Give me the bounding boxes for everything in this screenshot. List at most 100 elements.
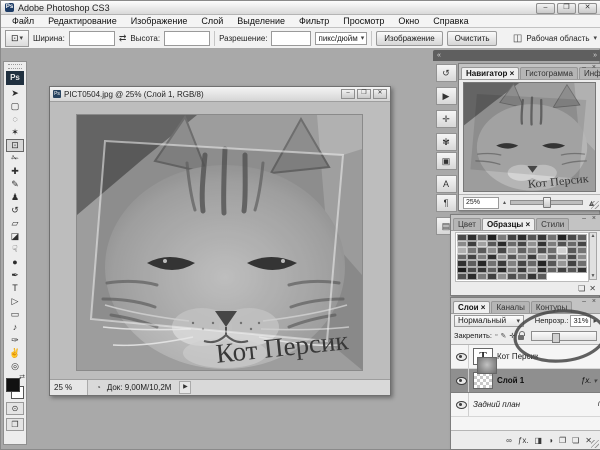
tab-2[interactable]: Контуры <box>531 301 572 313</box>
swatch[interactable] <box>507 273 517 280</box>
smudge-tool[interactable]: ☟ <box>6 243 24 256</box>
tab-0[interactable]: Навигатор × <box>461 67 519 79</box>
pen-tool[interactable]: ✒ <box>6 269 24 282</box>
quick-mask-button[interactable]: ⊙ <box>6 402 24 415</box>
dodge-tool[interactable]: ● <box>6 256 24 269</box>
doc-minimize-button[interactable]: – <box>341 89 355 99</box>
tab-1[interactable]: Образцы × <box>482 218 535 230</box>
swatch[interactable] <box>497 273 507 280</box>
layer-thumbnail[interactable] <box>473 372 493 389</box>
height-input[interactable] <box>164 31 210 46</box>
new-swatch-button[interactable]: ❏ <box>578 284 585 293</box>
swatch[interactable] <box>577 273 587 280</box>
eyedropper-tool[interactable]: ✑ <box>6 334 24 347</box>
front-image-button[interactable]: Изображение <box>376 31 442 46</box>
new-layer-icon[interactable]: ❏ <box>572 436 579 445</box>
visibility-cell[interactable] <box>454 369 469 392</box>
tab-0[interactable]: Слои × <box>453 301 490 313</box>
lock-transparency-icon[interactable]: ▫ <box>495 332 497 340</box>
actions-panel-icon[interactable]: ▶ <box>436 87 457 105</box>
resize-grip[interactable] <box>591 440 599 448</box>
swatch[interactable] <box>547 273 557 280</box>
tool-presets-panel-icon[interactable]: ✛ <box>436 110 457 128</box>
collapse-dock-icon[interactable]: « <box>437 52 441 59</box>
eye-icon[interactable] <box>456 377 467 385</box>
type-tool[interactable]: T <box>6 282 24 295</box>
history-brush-tool[interactable]: ↺ <box>6 204 24 217</box>
lock-all-icon[interactable] <box>518 335 524 340</box>
navigator-zoom-slider[interactable] <box>510 200 583 205</box>
tab-1[interactable]: Гистограмма <box>520 67 578 79</box>
notes-tool[interactable]: ♪ <box>6 321 24 334</box>
swatch-scrollbar[interactable]: ▲ ▼ <box>589 232 597 280</box>
eraser-tool[interactable]: ▱ <box>6 217 24 230</box>
shape-tool[interactable]: ▭ <box>6 308 24 321</box>
doc-maximize-button[interactable]: ❐ <box>357 89 371 99</box>
adjustment-layer-icon[interactable]: ◑ <box>548 436 553 445</box>
status-menu-arrow[interactable]: ▶ <box>179 381 191 394</box>
swatch[interactable] <box>487 273 497 280</box>
minimize-button[interactable]: – <box>536 3 555 14</box>
gradient-tool[interactable]: ◪ <box>6 230 24 243</box>
new-group-icon[interactable]: ❐ <box>559 436 566 445</box>
layer-style-icon[interactable]: ƒx. <box>518 436 529 445</box>
layer-row-text[interactable]: T Кот Персик <box>451 345 600 369</box>
menu-item-0[interactable]: Файл <box>5 16 41 26</box>
swap-dimensions-icon[interactable]: ⇄ <box>119 33 127 44</box>
swatch[interactable] <box>457 273 467 280</box>
navigator-zoom-input[interactable]: 25% <box>463 197 499 209</box>
brush-tool[interactable]: ✎ <box>6 178 24 191</box>
document-title-bar[interactable]: Ps PICT0504.jpg @ 25% (Слой 1, RGB/8) – … <box>50 87 390 102</box>
zoom-out-icon[interactable]: ▴ <box>503 199 506 206</box>
paragraph-panel-icon[interactable]: ¶ <box>436 194 457 212</box>
zoom-tool[interactable]: ◎ <box>6 360 24 373</box>
tab-2[interactable]: Стили <box>536 218 569 230</box>
status-zoom[interactable]: 25 % <box>50 380 88 395</box>
swatch[interactable] <box>517 273 527 280</box>
menu-item-2[interactable]: Изображение <box>124 16 195 26</box>
tab-1[interactable]: Каналы <box>491 301 529 313</box>
swatch[interactable] <box>527 273 537 280</box>
menu-item-4[interactable]: Выделение <box>230 16 292 26</box>
character-panel-icon[interactable]: A <box>436 175 457 193</box>
visibility-cell[interactable] <box>454 393 469 416</box>
tab-0[interactable]: Цвет <box>453 218 481 230</box>
move-tool[interactable]: ➤ <box>6 87 24 100</box>
toolbox-grip[interactable] <box>8 64 22 69</box>
menu-item-1[interactable]: Редактирование <box>41 16 124 26</box>
resolution-input[interactable] <box>271 31 311 46</box>
panel-collapse-icons[interactable]: – × <box>582 215 598 222</box>
menu-item-3[interactable]: Слой <box>194 16 230 26</box>
menu-item-5[interactable]: Фильтр <box>292 16 336 26</box>
menu-item-7[interactable]: Окно <box>391 16 426 26</box>
panel-collapse-icons[interactable]: – × <box>582 298 598 305</box>
scroll-down-icon[interactable]: ▼ <box>591 273 596 279</box>
swap-colors-icon[interactable]: ⇄ <box>19 373 25 381</box>
hand-tool[interactable]: ✌ <box>6 347 24 360</box>
slice-tool[interactable]: ✁ <box>6 152 24 165</box>
opacity-slider-thumb[interactable] <box>552 333 560 343</box>
swatch[interactable] <box>477 273 487 280</box>
bridge-icon[interactable]: ◫ <box>513 33 522 44</box>
swatch[interactable] <box>567 273 577 280</box>
lock-position-icon[interactable]: ✛ <box>509 332 515 340</box>
crop-tool-preset[interactable]: ⊡ ▾ <box>5 30 29 47</box>
brushes-panel-icon[interactable]: ✾ <box>436 133 457 151</box>
workspace-menu[interactable]: Рабочая область <box>526 34 589 43</box>
layer-row-selected[interactable]: Слой 1 ƒx. ▾ <box>451 369 600 393</box>
link-layers-icon[interactable]: ∞ <box>506 436 512 445</box>
maximize-button[interactable]: ❐ <box>557 3 576 14</box>
clone-stamp-tool[interactable]: ♟ <box>6 191 24 204</box>
expand-dock-icon[interactable]: » <box>593 52 597 59</box>
layer-name[interactable]: Задний план <box>473 400 520 409</box>
menu-item-6[interactable]: Просмотр <box>336 16 391 26</box>
history-panel-icon[interactable]: ↺ <box>436 64 457 82</box>
eye-icon[interactable] <box>456 353 467 361</box>
swatch[interactable] <box>557 273 567 280</box>
opacity-value[interactable]: 31% <box>570 315 591 327</box>
lasso-tool[interactable]: ◌ <box>6 113 24 126</box>
clone-source-panel-icon[interactable]: ▣ <box>436 152 457 170</box>
visibility-cell[interactable] <box>454 345 469 368</box>
layer-style-badge[interactable]: ƒx. <box>581 376 592 385</box>
navigator-slider-thumb[interactable] <box>543 197 551 208</box>
